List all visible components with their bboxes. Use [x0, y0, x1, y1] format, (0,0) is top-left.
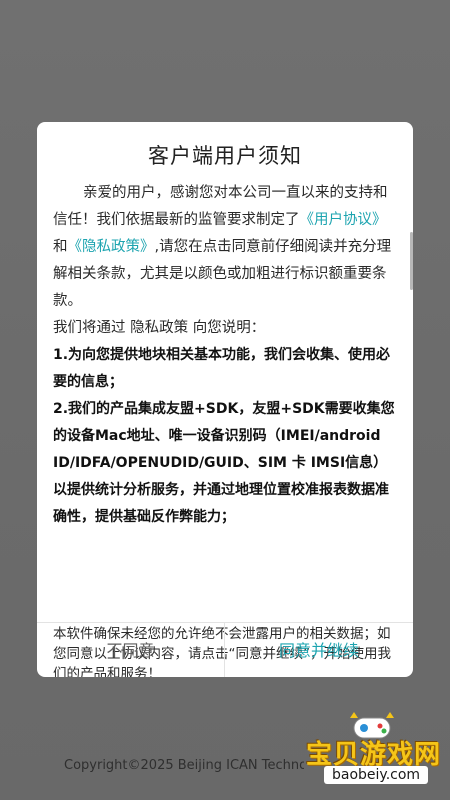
- disagree-button[interactable]: 不同意: [37, 623, 225, 677]
- point-1: 1.为向您提供地块相关基本功能，我们会收集、使用必要的信息；: [53, 347, 391, 390]
- footer-copyright: Copyright©2025 Beijing ICAN Techno: [64, 758, 304, 773]
- scrollbar-thumb[interactable]: [410, 232, 413, 290]
- user-agreement-link[interactable]: 《用户协议》: [300, 212, 387, 228]
- privacy-policy-link[interactable]: 《隐私政策》: [68, 239, 155, 255]
- agreement-scroll-area[interactable]: 亲爱的用户，感谢您对本公司一直以来的支持和信任！我们依据最新的监管要求制定了《用…: [53, 180, 395, 677]
- watermark-logo: 宝贝游戏网 baobeiy.com: [302, 706, 442, 788]
- dialog-title: 客户端用户须知: [148, 144, 302, 168]
- watermark-url: baobeiy.com: [324, 766, 429, 784]
- intro-text-2: 和: [53, 239, 68, 255]
- agree-continue-button[interactable]: 同意并继续: [225, 623, 413, 677]
- point-2: 2.我们的产品集成友盟+SDK，友盟+SDK需要收集您的设备Mac地址、唯一设备…: [53, 401, 395, 525]
- intro-paragraph: 亲爱的用户，感谢您对本公司一直以来的支持和信任！我们依据最新的监管要求制定了《用…: [53, 180, 399, 315]
- explain-line: 我们将通过 隐私政策 向您说明：: [53, 320, 266, 336]
- dialog-button-bar: 不同意 同意并继续: [37, 622, 413, 677]
- user-notice-dialog: 客户端用户须知 亲爱的用户，感谢您对本公司一直以来的支持和信任！我们依据最新的监…: [37, 122, 413, 677]
